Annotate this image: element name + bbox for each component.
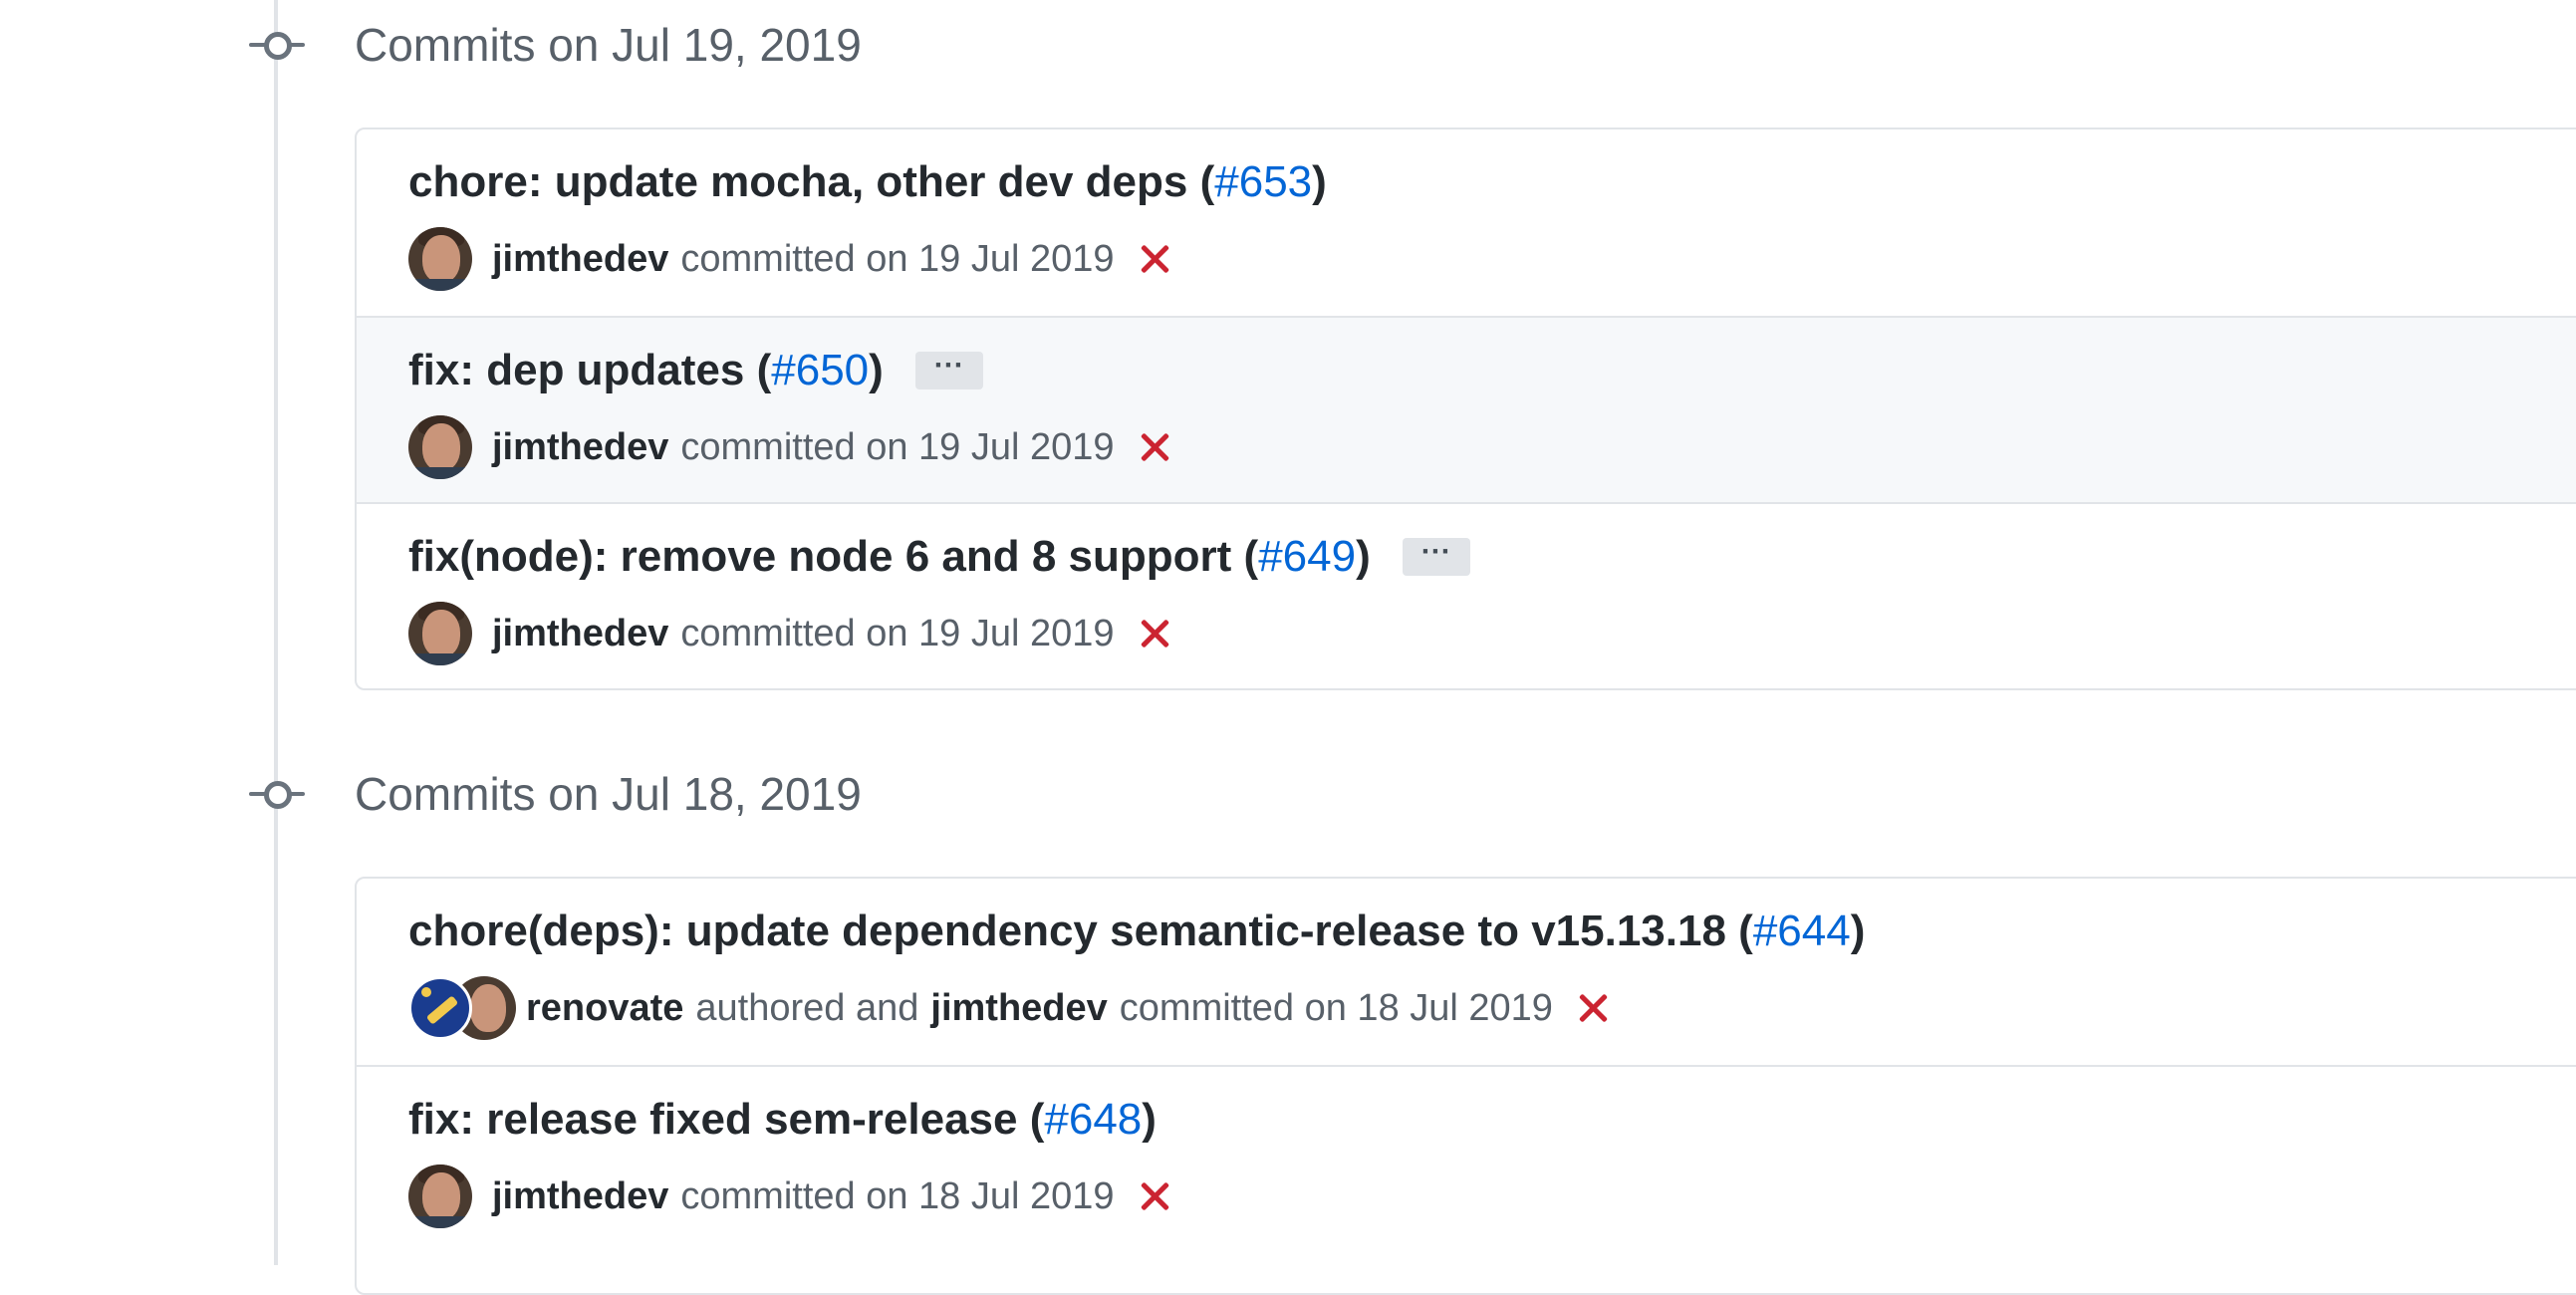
commit-row: fix: release fixed sem-release (#648) ji… (357, 1065, 2576, 1251)
failure-x-icon[interactable] (1137, 1178, 1172, 1214)
pr-link[interactable]: #653 (1214, 157, 1312, 207)
commit-message[interactable]: chore: update mocha, other dev deps ( (408, 157, 1214, 207)
committer-link[interactable]: jimthedev (930, 987, 1107, 1030)
commit-row: fix: dep updates (#650) ··· jimthedev co… (357, 316, 2576, 502)
commit-title[interactable]: chore(deps): update dependency semantic-… (408, 906, 1865, 956)
commit-title[interactable]: fix(node): remove node 6 and 8 support (… (408, 532, 1470, 582)
commit-message[interactable]: fix: release fixed sem-release ( (408, 1095, 1044, 1145)
commit-list: chore: update mocha, other dev deps (#65… (355, 128, 2576, 690)
commit-row: fix(node): remove node 6 and 8 support (… (357, 502, 2576, 688)
git-commit-icon (247, 769, 307, 819)
commit-message[interactable]: fix(node): remove node 6 and 8 support ( (408, 532, 1258, 582)
author-link[interactable]: jimthedev (492, 426, 668, 469)
avatar[interactable] (408, 415, 472, 479)
commit-group-header: Commits on Jul 19, 2019 (247, 19, 862, 71)
commit-title[interactable]: chore: update mocha, other dev deps (#65… (408, 157, 1327, 207)
pr-link[interactable]: #650 (771, 346, 869, 395)
author-link[interactable]: jimthedev (492, 238, 668, 281)
failure-x-icon[interactable] (1137, 241, 1172, 277)
commit-meta: jimthedev committed on 19 Jul 2019 (408, 602, 1172, 665)
author-link[interactable]: renovate (526, 987, 683, 1030)
pr-link[interactable]: #649 (1258, 532, 1356, 582)
avatar[interactable] (408, 1165, 472, 1228)
git-commit-icon (247, 20, 307, 70)
commit-group-date: Commits on Jul 19, 2019 (355, 19, 862, 71)
pr-link[interactable]: #648 (1044, 1095, 1142, 1145)
renovate-bot-avatar[interactable] (408, 976, 472, 1040)
commit-meta: jimthedev committed on 18 Jul 2019 (408, 1165, 1172, 1228)
commit-message-end: ) (1356, 532, 1371, 581)
commit-message-end: ) (1312, 157, 1327, 206)
commit-message-end: ) (1850, 906, 1866, 955)
failure-x-icon[interactable] (1137, 616, 1172, 651)
failure-x-icon[interactable] (1137, 429, 1172, 465)
commit-meta: jimthedev committed on 19 Jul 2019 (408, 227, 1172, 291)
pr-link[interactable]: #644 (1753, 906, 1851, 956)
commit-message-end: ) (1142, 1095, 1157, 1144)
commit-date: committed on 19 Jul 2019 (680, 425, 1115, 468)
commit-row: chore(deps): update dependency semantic-… (357, 879, 2576, 1065)
commit-group-date: Commits on Jul 18, 2019 (355, 768, 862, 820)
authored-text: authored and (695, 986, 919, 1029)
commit-row: chore: update mocha, other dev deps (#65… (357, 130, 2576, 316)
commit-group-header: Commits on Jul 18, 2019 (247, 768, 862, 820)
avatar-stack[interactable] (408, 976, 516, 1040)
commit-date: committed on 18 Jul 2019 (1119, 986, 1553, 1029)
expand-ellipsis-button[interactable]: ··· (914, 351, 983, 389)
commit-message[interactable]: fix: dep updates ( (408, 346, 771, 395)
commit-date: committed on 19 Jul 2019 (680, 237, 1115, 280)
avatar[interactable] (408, 227, 472, 291)
failure-x-icon[interactable] (1575, 990, 1611, 1026)
commit-message-end: ) (869, 346, 884, 394)
timeline-line (274, 0, 278, 1265)
author-link[interactable]: jimthedev (492, 613, 668, 655)
author-link[interactable]: jimthedev (492, 1175, 668, 1218)
commit-title[interactable]: fix: release fixed sem-release (#648) (408, 1095, 1157, 1145)
commit-meta: jimthedev committed on 19 Jul 2019 (408, 415, 1172, 479)
commit-title[interactable]: fix: dep updates (#650) ··· (408, 346, 983, 395)
commit-message[interactable]: chore(deps): update dependency semantic-… (408, 906, 1753, 956)
expand-ellipsis-button[interactable]: ··· (1402, 537, 1470, 576)
commit-date: committed on 18 Jul 2019 (680, 1174, 1115, 1217)
commit-date: committed on 19 Jul 2019 (680, 612, 1115, 654)
commit-list: chore(deps): update dependency semantic-… (355, 877, 2576, 1295)
avatar[interactable] (408, 602, 472, 665)
commit-meta: renovate authored and jimthedev committe… (408, 976, 1611, 1040)
